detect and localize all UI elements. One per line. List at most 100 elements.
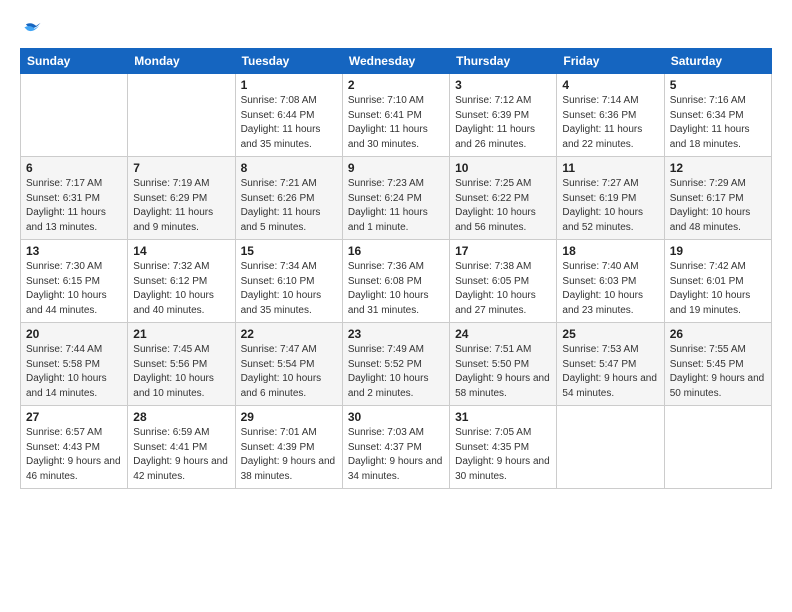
day-number: 4: [562, 78, 658, 92]
calendar-cell: 2Sunrise: 7:10 AM Sunset: 6:41 PM Daylig…: [342, 74, 449, 157]
day-number: 28: [133, 410, 229, 424]
calendar-cell: 7Sunrise: 7:19 AM Sunset: 6:29 PM Daylig…: [128, 157, 235, 240]
calendar-cell: 14 Sunrise: 7:32 AM Sunset: 6:12 PM Dayli…: [128, 240, 235, 323]
calendar-cell: 18Sunrise: 7:40 AM Sunset: 6:03 PM Dayli…: [557, 240, 664, 323]
day-number: 5: [670, 78, 766, 92]
weekday-row: SundayMondayTuesdayWednesdayThursdayFrid…: [21, 49, 772, 74]
day-number: 22: [241, 327, 337, 341]
day-info: Sunrise: 7:53 AM Sunset: 5:47 PM Dayligh…: [562, 343, 658, 401]
day-info: Sunrise: 7:34 AM Sunset: 6:10 PM Dayligh…: [241, 260, 337, 318]
calendar-header: SundayMondayTuesdayWednesdayThursdayFrid…: [21, 49, 772, 74]
calendar-cell: [664, 406, 771, 489]
calendar-cell: 21 Sunrise: 7:45 AM Sunset: 5:56 PM Dayli…: [128, 323, 235, 406]
day-info: Sunrise: 7:27 AM Sunset: 6:19 PM Dayligh…: [562, 177, 658, 235]
day-info: Sunrise: 7:25 AM Sunset: 6:22 PM Dayligh…: [455, 177, 551, 235]
day-info: Sunrise: 7:14 AM Sunset: 6:36 PM Dayligh…: [562, 94, 658, 152]
day-info: Sunrise: 7:47 AM Sunset: 5:54 PM Dayligh…: [241, 343, 337, 401]
day-number: 21: [133, 327, 229, 341]
day-number: 2: [348, 78, 444, 92]
calendar-cell: 15 Sunrise: 7:34 AM Sunset: 6:10 PM Dayli…: [235, 240, 342, 323]
calendar-cell: 4 Sunrise: 7:14 AM Sunset: 6:36 PM Daylig…: [557, 74, 664, 157]
day-number: 7: [133, 161, 229, 175]
day-info: Sunrise: 7:42 AM Sunset: 6:01 PM Dayligh…: [670, 260, 766, 318]
day-info: Sunrise: 7:51 AM Sunset: 5:50 PM Dayligh…: [455, 343, 551, 401]
day-info: Sunrise: 7:45 AM Sunset: 5:56 PM Dayligh…: [133, 343, 229, 401]
calendar-cell: [128, 74, 235, 157]
calendar-week-row: 13 Sunrise: 7:30 AM Sunset: 6:15 PM Dayli…: [21, 240, 772, 323]
day-info: Sunrise: 7:05 AM Sunset: 4:35 PM Dayligh…: [455, 426, 551, 484]
day-number: 6: [26, 161, 122, 175]
day-number: 3: [455, 78, 551, 92]
day-info: Sunrise: 7:38 AM Sunset: 6:05 PM Dayligh…: [455, 260, 551, 318]
day-number: 25: [562, 327, 658, 341]
calendar-cell: 31 Sunrise: 7:05 AM Sunset: 4:35 PM Dayli…: [450, 406, 557, 489]
calendar-cell: 9 Sunrise: 7:23 AM Sunset: 6:24 PM Daylig…: [342, 157, 449, 240]
day-number: 26: [670, 327, 766, 341]
calendar-cell: 22 Sunrise: 7:47 AM Sunset: 5:54 PM Dayli…: [235, 323, 342, 406]
day-number: 11: [562, 161, 658, 175]
calendar-cell: 12Sunrise: 7:29 AM Sunset: 6:17 PM Dayli…: [664, 157, 771, 240]
day-number: 31: [455, 410, 551, 424]
calendar-cell: 24 Sunrise: 7:51 AM Sunset: 5:50 PM Dayli…: [450, 323, 557, 406]
day-info: Sunrise: 7:23 AM Sunset: 6:24 PM Dayligh…: [348, 177, 444, 235]
calendar-cell: [557, 406, 664, 489]
day-info: Sunrise: 7:12 AM Sunset: 6:39 PM Dayligh…: [455, 94, 551, 152]
weekday-header: Saturday: [664, 49, 771, 74]
day-number: 24: [455, 327, 551, 341]
calendar-cell: 13 Sunrise: 7:30 AM Sunset: 6:15 PM Dayli…: [21, 240, 128, 323]
calendar-cell: 11 Sunrise: 7:27 AM Sunset: 6:19 PM Dayli…: [557, 157, 664, 240]
calendar-cell: 25 Sunrise: 7:53 AM Sunset: 5:47 PM Dayli…: [557, 323, 664, 406]
calendar-week-row: 6 Sunrise: 7:17 AM Sunset: 6:31 PM Daylig…: [21, 157, 772, 240]
calendar-cell: 26 Sunrise: 7:55 AM Sunset: 5:45 PM Dayli…: [664, 323, 771, 406]
calendar-cell: 30 Sunrise: 7:03 AM Sunset: 4:37 PM Dayli…: [342, 406, 449, 489]
day-number: 14: [133, 244, 229, 258]
day-number: 1: [241, 78, 337, 92]
calendar-cell: 6 Sunrise: 7:17 AM Sunset: 6:31 PM Daylig…: [21, 157, 128, 240]
calendar-cell: 8 Sunrise: 7:21 AM Sunset: 6:26 PM Daylig…: [235, 157, 342, 240]
day-number: 13: [26, 244, 122, 258]
calendar-cell: 10 Sunrise: 7:25 AM Sunset: 6:22 PM Dayli…: [450, 157, 557, 240]
day-info: Sunrise: 7:08 AM Sunset: 6:44 PM Dayligh…: [241, 94, 337, 152]
calendar-cell: 17 Sunrise: 7:38 AM Sunset: 6:05 PM Dayli…: [450, 240, 557, 323]
calendar-week-row: 27Sunrise: 6:57 AM Sunset: 4:43 PM Dayli…: [21, 406, 772, 489]
day-info: Sunrise: 7:32 AM Sunset: 6:12 PM Dayligh…: [133, 260, 229, 318]
weekday-header: Sunday: [21, 49, 128, 74]
day-number: 8: [241, 161, 337, 175]
weekday-header: Monday: [128, 49, 235, 74]
day-info: Sunrise: 6:57 AM Sunset: 4:43 PM Dayligh…: [26, 426, 122, 484]
day-number: 15: [241, 244, 337, 258]
day-info: Sunrise: 7:55 AM Sunset: 5:45 PM Dayligh…: [670, 343, 766, 401]
calendar-cell: 5 Sunrise: 7:16 AM Sunset: 6:34 PM Daylig…: [664, 74, 771, 157]
day-number: 9: [348, 161, 444, 175]
logo: [20, 20, 46, 42]
day-info: Sunrise: 7:16 AM Sunset: 6:34 PM Dayligh…: [670, 94, 766, 152]
day-info: Sunrise: 7:44 AM Sunset: 5:58 PM Dayligh…: [26, 343, 122, 401]
page-header: [20, 16, 772, 42]
calendar-week-row: 20Sunrise: 7:44 AM Sunset: 5:58 PM Dayli…: [21, 323, 772, 406]
calendar-week-row: 1 Sunrise: 7:08 AM Sunset: 6:44 PM Daylig…: [21, 74, 772, 157]
calendar-cell: 28 Sunrise: 6:59 AM Sunset: 4:41 PM Dayli…: [128, 406, 235, 489]
day-number: 12: [670, 161, 766, 175]
calendar-cell: 20Sunrise: 7:44 AM Sunset: 5:58 PM Dayli…: [21, 323, 128, 406]
day-number: 23: [348, 327, 444, 341]
calendar-cell: [21, 74, 128, 157]
day-number: 17: [455, 244, 551, 258]
weekday-header: Thursday: [450, 49, 557, 74]
day-info: Sunrise: 7:30 AM Sunset: 6:15 PM Dayligh…: [26, 260, 122, 318]
calendar-cell: 27Sunrise: 6:57 AM Sunset: 4:43 PM Dayli…: [21, 406, 128, 489]
day-number: 10: [455, 161, 551, 175]
day-info: Sunrise: 6:59 AM Sunset: 4:41 PM Dayligh…: [133, 426, 229, 484]
day-info: Sunrise: 7:40 AM Sunset: 6:03 PM Dayligh…: [562, 260, 658, 318]
calendar-cell: 23Sunrise: 7:49 AM Sunset: 5:52 PM Dayli…: [342, 323, 449, 406]
weekday-header: Tuesday: [235, 49, 342, 74]
calendar-table: SundayMondayTuesdayWednesdayThursdayFrid…: [20, 48, 772, 489]
day-info: Sunrise: 7:21 AM Sunset: 6:26 PM Dayligh…: [241, 177, 337, 235]
day-info: Sunrise: 7:17 AM Sunset: 6:31 PM Dayligh…: [26, 177, 122, 235]
day-number: 30: [348, 410, 444, 424]
calendar-cell: 3 Sunrise: 7:12 AM Sunset: 6:39 PM Daylig…: [450, 74, 557, 157]
day-number: 16: [348, 244, 444, 258]
day-info: Sunrise: 7:03 AM Sunset: 4:37 PM Dayligh…: [348, 426, 444, 484]
day-number: 19: [670, 244, 766, 258]
calendar-cell: 16Sunrise: 7:36 AM Sunset: 6:08 PM Dayli…: [342, 240, 449, 323]
day-info: Sunrise: 7:01 AM Sunset: 4:39 PM Dayligh…: [241, 426, 337, 484]
